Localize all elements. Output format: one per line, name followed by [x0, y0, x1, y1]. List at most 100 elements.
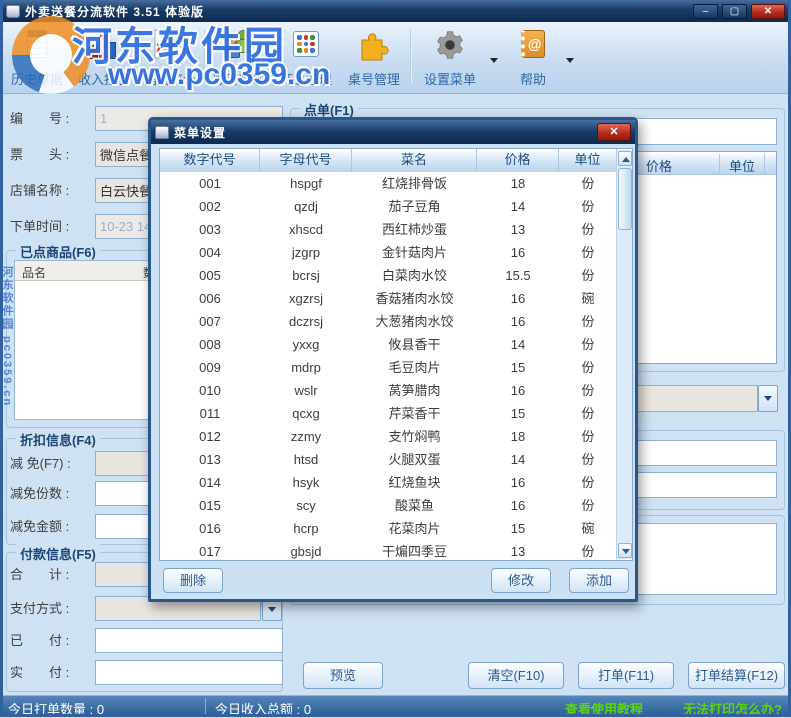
scrollbar-thumb[interactable] [618, 168, 632, 230]
cell-dish-name: 酸菜鱼 [352, 494, 477, 517]
scroll-up-icon[interactable] [618, 151, 632, 166]
cell-unit: 份 [559, 264, 617, 287]
toolbar-products-button[interactable]: 商品管理 [273, 26, 339, 90]
cell-letter-code: mdrp [260, 356, 352, 379]
cell-letter-code: hcrp [260, 517, 352, 540]
toolbar-income-report-button[interactable]: 收入报表 [71, 26, 137, 90]
cell-number-code: 017 [160, 540, 260, 561]
add-button[interactable]: 添加 [569, 568, 629, 593]
customers-icon [221, 26, 257, 64]
column-price[interactable]: 价格 [477, 149, 559, 172]
cell-dish-name: 干煸四季豆 [352, 540, 477, 561]
menu-table-row[interactable]: 003 xhscd 西红柿炒蛋 13 份 [160, 218, 632, 241]
toolbar-history-button[interactable]: 历史单据 [4, 26, 70, 90]
column-number-code[interactable]: 数字代号 [160, 149, 260, 172]
menu-table-row[interactable]: 009 mdrp 毛豆肉片 15 份 [160, 356, 632, 379]
cell-price: 14 [477, 333, 559, 356]
window-title: 外卖送餐分流软件 3.51 体验版 [25, 3, 204, 20]
menu-table-row[interactable]: 017 gbsjd 干煸四季豆 13 份 [160, 540, 632, 561]
toolbar-sales-stats-button[interactable]: 销售统计 [137, 26, 203, 90]
menu-table-row[interactable]: 015 scy 酸菜鱼 16 份 [160, 494, 632, 517]
column-price: 价格 [646, 156, 672, 175]
menu-table-row[interactable]: 012 zzmy 支竹焖鸭 18 份 [160, 425, 632, 448]
dialog-close-button[interactable]: ✕ [597, 123, 631, 141]
scroll-down-icon[interactable] [618, 543, 632, 558]
paid-label: 已 付 : [10, 628, 69, 653]
title-bar: 外卖送餐分流软件 3.51 体验版 – ▢ ✕ [0, 0, 791, 22]
cell-dish-name: 芹菜香干 [352, 402, 477, 425]
help-dropdown-arrow-icon[interactable] [566, 58, 574, 63]
print-button[interactable]: 打单(F11) [578, 662, 674, 689]
cell-price: 16 [477, 471, 559, 494]
cell-number-code: 002 [160, 195, 260, 218]
paid-field[interactable] [95, 628, 283, 653]
cell-price: 16 [477, 241, 559, 264]
menu-table-row[interactable]: 010 wslr 莴笋腊肉 16 份 [160, 379, 632, 402]
menu-settings-dropdown-arrow-icon[interactable] [490, 58, 498, 63]
app-window: { "window": { "title": "外卖送餐分流软件 3.51 体验… [0, 0, 791, 717]
modify-button[interactable]: 修改 [491, 568, 551, 593]
tables-icon [356, 26, 392, 64]
toolbar-customers-button[interactable]: 顾客管理 [206, 26, 272, 90]
cell-price: 16 [477, 310, 559, 333]
right-combo-dropdown-button[interactable] [758, 385, 778, 412]
print-settle-button[interactable]: 打单结算(F12) [688, 662, 785, 689]
cell-unit: 份 [559, 195, 617, 218]
cell-unit: 份 [559, 402, 617, 425]
cell-unit: 份 [559, 379, 617, 402]
cell-number-code: 004 [160, 241, 260, 264]
actual-paid-field[interactable] [95, 660, 283, 685]
cell-unit: 份 [559, 172, 617, 195]
history-doc-icon [19, 26, 55, 64]
print-help-link[interactable]: 无法打印怎么办? [683, 699, 782, 718]
column-letter-code[interactable]: 字母代号 [260, 149, 352, 172]
cell-price: 18 [477, 172, 559, 195]
maximize-button[interactable]: ▢ [722, 4, 747, 19]
payment-group-title: 付款信息(F5) [16, 544, 100, 563]
menu-table-scrollbar[interactable] [616, 150, 632, 559]
menu-table-row[interactable]: 006 xgzrsj 香菇猪肉水饺 16 碗 [160, 287, 632, 310]
cell-dish-name: 花菜肉片 [352, 517, 477, 540]
menu-table-body: 001 hspgf 红烧排骨饭 18 份 002 qzdj 茄子豆角 14 份 … [160, 172, 632, 561]
cell-unit: 碗 [559, 287, 617, 310]
menu-table-row[interactable]: 011 qcxg 芹菜香干 15 份 [160, 402, 632, 425]
toolbar-help-button[interactable]: @ 帮助 [505, 26, 561, 90]
cell-price: 14 [477, 195, 559, 218]
preview-button[interactable]: 预览 [303, 662, 383, 689]
menu-table-row[interactable]: 001 hspgf 红烧排骨饭 18 份 [160, 172, 632, 195]
shop-name-label: 店铺名称 : [10, 178, 69, 203]
menu-table-row[interactable]: 016 hcrp 花菜肉片 15 碗 [160, 517, 632, 540]
tutorial-link[interactable]: 查看使用教程 [565, 699, 643, 718]
toolbar: 历史单据 收入报表 销售统计 顾客管理 商品管理 [3, 22, 788, 94]
cell-number-code: 005 [160, 264, 260, 287]
column-unit: 单位 [729, 156, 755, 175]
minimize-button[interactable]: – [693, 4, 718, 19]
ordered-items-title: 已点商品(F6) [16, 242, 100, 261]
cell-dish-name: 红烧排骨饭 [352, 172, 477, 195]
today-print-count: 今日打单数量 : 0 [8, 699, 104, 718]
cell-price: 16 [477, 287, 559, 310]
clear-button[interactable]: 清空(F10) [468, 662, 564, 689]
cell-letter-code: hspgf [260, 172, 352, 195]
menu-table-row[interactable]: 007 dczrsj 大葱猪肉水饺 16 份 [160, 310, 632, 333]
pay-method-label: 支付方式 : [10, 596, 69, 621]
menu-table: 数字代号 字母代号 菜名 价格 单位 001 hspgf 红烧排骨饭 18 份 … [159, 148, 633, 561]
menu-table-row[interactable]: 004 jzgrp 金针菇肉片 16 份 [160, 241, 632, 264]
toolbar-tables-button[interactable]: 桌号管理 [341, 26, 407, 90]
cell-dish-name: 香菇猪肉水饺 [352, 287, 477, 310]
menu-table-row[interactable]: 014 hsyk 红烧鱼块 16 份 [160, 471, 632, 494]
menu-table-row[interactable]: 013 htsd 火腿双蛋 14 份 [160, 448, 632, 471]
settings-gear-icon [432, 26, 468, 64]
menu-table-row[interactable]: 005 bcrsj 白菜肉水饺 15.5 份 [160, 264, 632, 287]
status-divider [205, 698, 206, 716]
column-dish-name[interactable]: 菜名 [352, 149, 477, 172]
delete-button[interactable]: 删除 [163, 568, 223, 593]
menu-table-row[interactable]: 002 qzdj 茄子豆角 14 份 [160, 195, 632, 218]
dialog-title-bar: 菜单设置 ✕ [151, 120, 635, 144]
toolbar-menu-settings-button[interactable]: 设置菜单 [416, 26, 484, 90]
column-unit[interactable]: 单位 [559, 149, 617, 172]
menu-table-row[interactable]: 008 yxxg 攸县香干 14 份 [160, 333, 632, 356]
cell-unit: 份 [559, 241, 617, 264]
close-button[interactable]: ✕ [751, 4, 785, 19]
cell-price: 13 [477, 540, 559, 561]
